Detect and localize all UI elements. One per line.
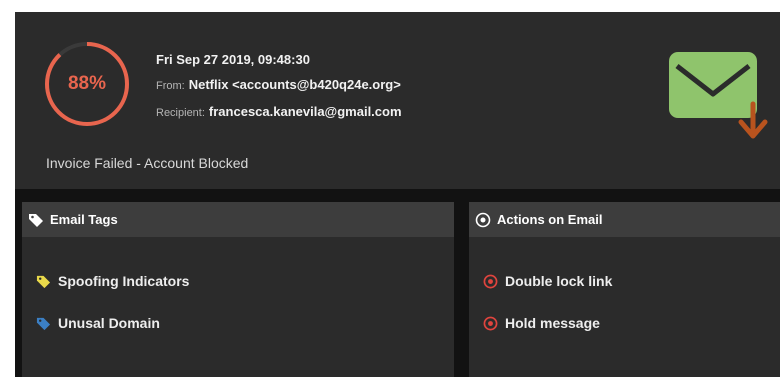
email-actions-header: Actions on Email [469, 202, 780, 237]
tag-icon [36, 275, 51, 288]
target-icon [483, 274, 498, 288]
action-double-lock-link[interactable]: Double lock link [483, 271, 612, 291]
recipient-value: francesca.kanevila@gmail.com [208, 104, 402, 119]
action-label: Double lock link [505, 273, 613, 289]
email-summary-header: 88% Fri Sep 27 2019, 09:48:30 From: Netfl… [15, 12, 780, 189]
email-tags-panel: Email Tags Spoofing Indicators Unusal Do… [22, 202, 454, 377]
email-from-row: From: Netflix <accounts@b420q24e.org> [156, 72, 402, 99]
email-date-row: Fri Sep 27 2019, 09:48:30 [156, 47, 402, 72]
action-label: Hold message [505, 315, 600, 331]
envelope-download-icon[interactable] [665, 50, 775, 142]
target-icon [475, 212, 491, 227]
tag-label: Unusal Domain [58, 315, 160, 331]
action-hold-message[interactable]: Hold message [483, 313, 600, 333]
tag-item[interactable]: Unusal Domain [36, 313, 160, 333]
email-threat-report: 88% Fri Sep 27 2019, 09:48:30 From: Netfl… [15, 12, 780, 377]
email-actions-title: Actions on Email [497, 212, 603, 227]
tag-icon [29, 213, 43, 227]
email-actions-panel: Actions on Email Double lock link Hold m… [469, 202, 780, 377]
recipient-label: Recipient: [156, 107, 205, 119]
email-metadata: Fri Sep 27 2019, 09:48:30 From: Netflix <… [156, 47, 402, 126]
email-date: Fri Sep 27 2019, 09:48:30 [156, 52, 310, 67]
threat-score-gauge: 88% [42, 39, 132, 129]
tag-icon [36, 317, 51, 330]
from-label: From: [156, 80, 185, 92]
email-tags-title: Email Tags [50, 212, 118, 227]
target-icon [483, 316, 498, 330]
email-tags-header: Email Tags [22, 202, 454, 237]
tag-item[interactable]: Spoofing Indicators [36, 271, 189, 291]
threat-score-value: 88% [67, 73, 107, 94]
email-recipient-row: Recipient: francesca.kanevila@gmail.com [156, 99, 402, 126]
from-value: Netflix <accounts@b420q24e.org> [188, 77, 401, 92]
email-subject: Invoice Failed - Account Blocked [46, 155, 249, 171]
tag-label: Spoofing Indicators [58, 273, 190, 289]
